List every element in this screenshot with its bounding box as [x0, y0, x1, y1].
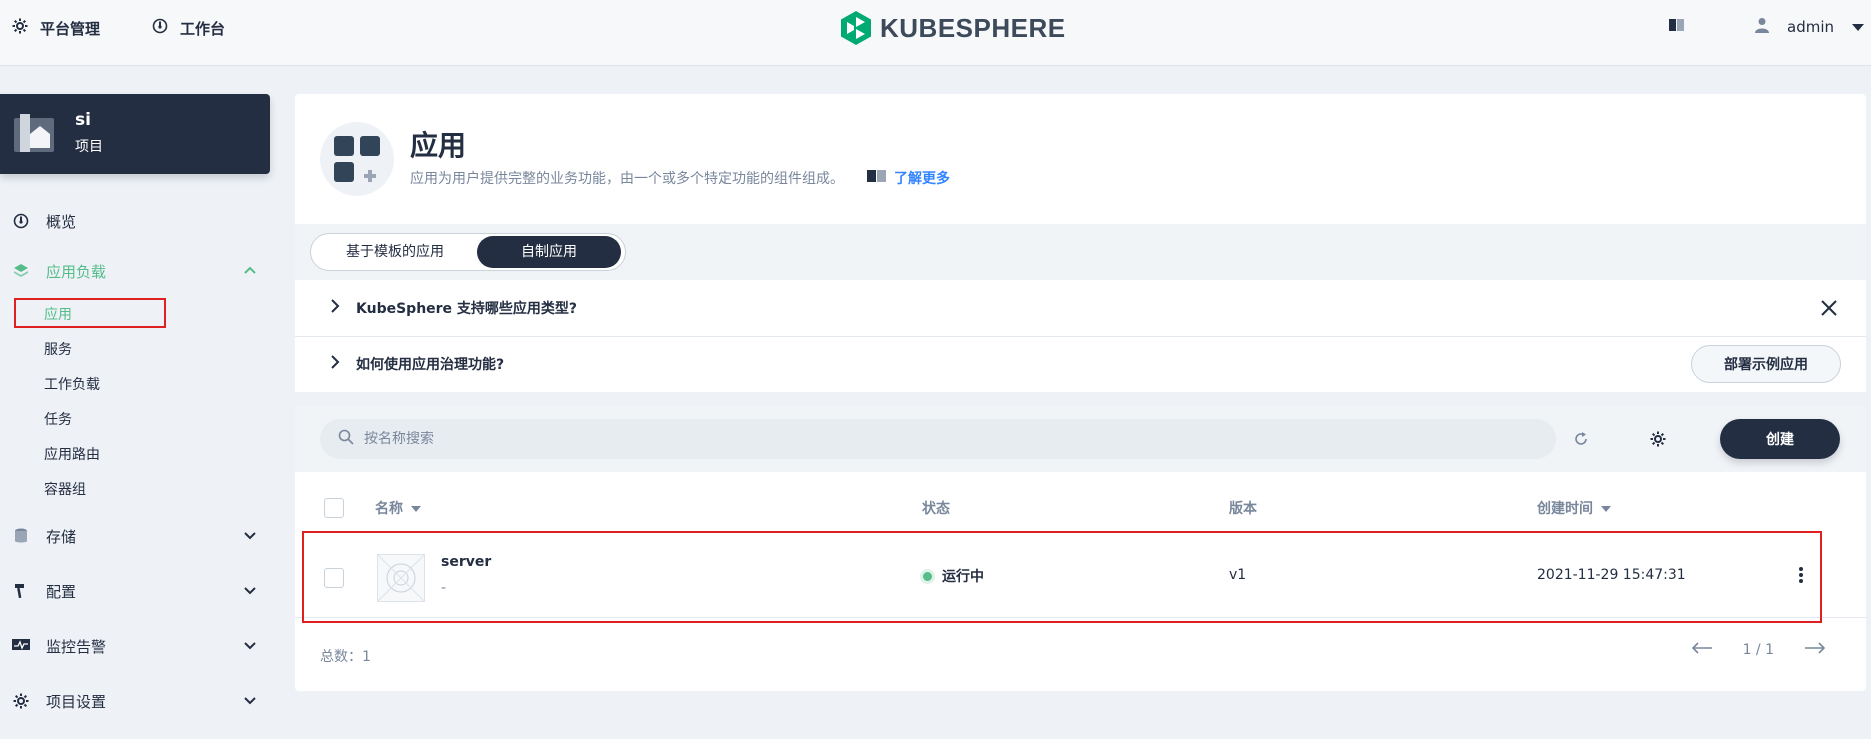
platform-management-link[interactable]: 平台管理 — [12, 16, 100, 40]
gear-icon — [12, 18, 28, 38]
sidebar-item-label: 配置 — [46, 582, 77, 601]
project-type: 项目 — [75, 139, 103, 155]
highlight-box-sidebar — [14, 298, 166, 328]
tab-template-apps[interactable]: 基于模板的应用 — [315, 236, 475, 268]
project-icon — [14, 114, 54, 154]
sidebar-item-label: 监控告警 — [46, 637, 107, 656]
project-card[interactable]: si 项目 — [0, 94, 270, 174]
caret-down-icon — [1601, 500, 1611, 516]
sidebar-item-config[interactable]: 配置 — [12, 577, 257, 605]
sidebar-item-storage[interactable]: 存储 — [12, 522, 257, 550]
refresh-icon[interactable] — [1570, 428, 1592, 450]
monitor-icon — [12, 637, 30, 655]
dashboard-icon — [152, 18, 168, 38]
dashboard-icon — [12, 212, 30, 230]
user-icon — [1755, 17, 1769, 37]
close-icon[interactable] — [1820, 299, 1838, 321]
faq-item-app-types[interactable]: KubeSphere 支持哪些应用类型? — [295, 280, 1866, 336]
tab-group: 基于模板的应用 自制应用 — [310, 233, 626, 271]
sidebar-subitem-services[interactable]: 服务 — [44, 338, 72, 362]
top-bar: 平台管理 工作台 KUBESPHERE admin — [0, 0, 1871, 66]
select-all-checkbox[interactable] — [324, 498, 344, 518]
search-bar[interactable] — [320, 419, 1556, 459]
logo-text: KUBESPHERE — [880, 12, 1066, 43]
project-name: si — [75, 110, 91, 130]
sidebar-item-monitoring[interactable]: 监控告警 — [12, 632, 257, 660]
faq-question: KubeSphere 支持哪些应用类型? — [356, 301, 578, 317]
sidebar-item-workloads[interactable]: 应用负载 — [12, 257, 257, 285]
database-icon — [12, 527, 30, 545]
book-icon — [1668, 17, 1686, 37]
workbench-link[interactable]: 工作台 — [152, 16, 225, 40]
kubesphere-logo[interactable]: KUBESPHERE — [840, 10, 1066, 46]
sidebar-item-settings[interactable]: 项目设置 — [12, 687, 257, 715]
arrow-left-icon[interactable] — [1691, 642, 1713, 658]
arrow-right-icon[interactable] — [1804, 642, 1826, 658]
faq-item-governance[interactable]: 如何使用应用治理功能? — [295, 336, 1866, 392]
sidebar-item-label: 项目设置 — [46, 692, 107, 711]
create-button[interactable]: 创建 — [1720, 419, 1840, 459]
platform-management-label: 平台管理 — [40, 19, 101, 38]
sidebar-subitem-routes[interactable]: 应用路由 — [44, 443, 100, 467]
chevron-down-icon — [243, 528, 257, 546]
chevron-down-icon — [243, 693, 257, 711]
pagination: 1 / 1 — [1691, 642, 1826, 658]
sidebar-subitem-workloads[interactable]: 工作负载 — [44, 373, 100, 397]
search-input[interactable] — [364, 431, 1514, 447]
sidebar-subitem-jobs[interactable]: 任务 — [44, 408, 72, 432]
column-version: 版本 — [1229, 501, 1257, 517]
learn-more-label: 了解更多 — [894, 171, 950, 187]
gear-icon — [12, 692, 30, 710]
page-description: 应用为用户提供完整的业务功能，由一个或多个特定功能的组件组成。 了解更多 — [410, 168, 950, 188]
search-icon — [338, 429, 354, 449]
column-name[interactable]: 名称 — [375, 498, 421, 518]
table-header: 名称 状态 版本 创建时间 — [295, 486, 1866, 530]
learn-more-link[interactable]: 了解更多 — [866, 168, 950, 188]
deploy-sample-app-button[interactable]: 部署示例应用 — [1691, 345, 1841, 383]
faq-panel: KubeSphere 支持哪些应用类型? 如何使用应用治理功能? 部署示例应用 — [295, 280, 1866, 392]
chevron-down-icon — [243, 583, 257, 601]
user-name: admin — [1787, 18, 1834, 36]
total-count: 总数：1 — [320, 649, 371, 665]
sidebar-subitem-pods[interactable]: 容器组 — [44, 478, 86, 502]
page-title: 应用 — [410, 129, 467, 162]
docs-button[interactable] — [1668, 14, 1686, 40]
page-description-text: 应用为用户提供完整的业务功能，由一个或多个特定功能的组件组成。 — [410, 171, 844, 187]
column-created[interactable]: 创建时间 — [1537, 498, 1611, 518]
caret-down-icon — [1852, 18, 1864, 36]
settings-gear-icon[interactable] — [1647, 428, 1669, 450]
sidebar-item-overview[interactable]: 概览 — [12, 207, 257, 235]
table-footer: 总数：1 1 / 1 — [295, 630, 1866, 682]
tab-composed-apps[interactable]: 自制应用 — [477, 236, 621, 268]
layers-icon — [12, 262, 30, 280]
book-icon — [866, 168, 888, 188]
column-name-label: 名称 — [375, 501, 403, 517]
tabs-row: 基于模板的应用 自制应用 — [295, 224, 1866, 280]
faq-question: 如何使用应用治理功能? — [356, 357, 505, 373]
page-indicator: 1 / 1 — [1742, 642, 1774, 658]
sidebar-item-label: 概览 — [46, 212, 77, 231]
sidebar-item-label: 应用负载 — [46, 262, 107, 281]
column-created-label: 创建时间 — [1537, 501, 1593, 517]
caret-down-icon — [411, 500, 421, 516]
hammer-icon — [12, 582, 30, 600]
chevron-right-icon — [330, 299, 340, 317]
sidebar-item-label: 存储 — [46, 527, 77, 546]
list-toolbar: 创建 — [295, 406, 1866, 472]
column-status: 状态 — [922, 501, 950, 517]
app-grid-icon — [320, 122, 394, 196]
page-header: 应用 应用为用户提供完整的业务功能，由一个或多个特定功能的组件组成。 了解更多 — [295, 94, 1866, 224]
chevron-up-icon — [243, 263, 257, 281]
user-menu[interactable]: admin — [1755, 14, 1864, 40]
chevron-right-icon — [330, 355, 340, 373]
workbench-label: 工作台 — [180, 19, 226, 38]
kubesphere-logo-icon — [841, 11, 871, 45]
chevron-down-icon — [243, 638, 257, 656]
highlight-box-row — [302, 531, 1822, 623]
